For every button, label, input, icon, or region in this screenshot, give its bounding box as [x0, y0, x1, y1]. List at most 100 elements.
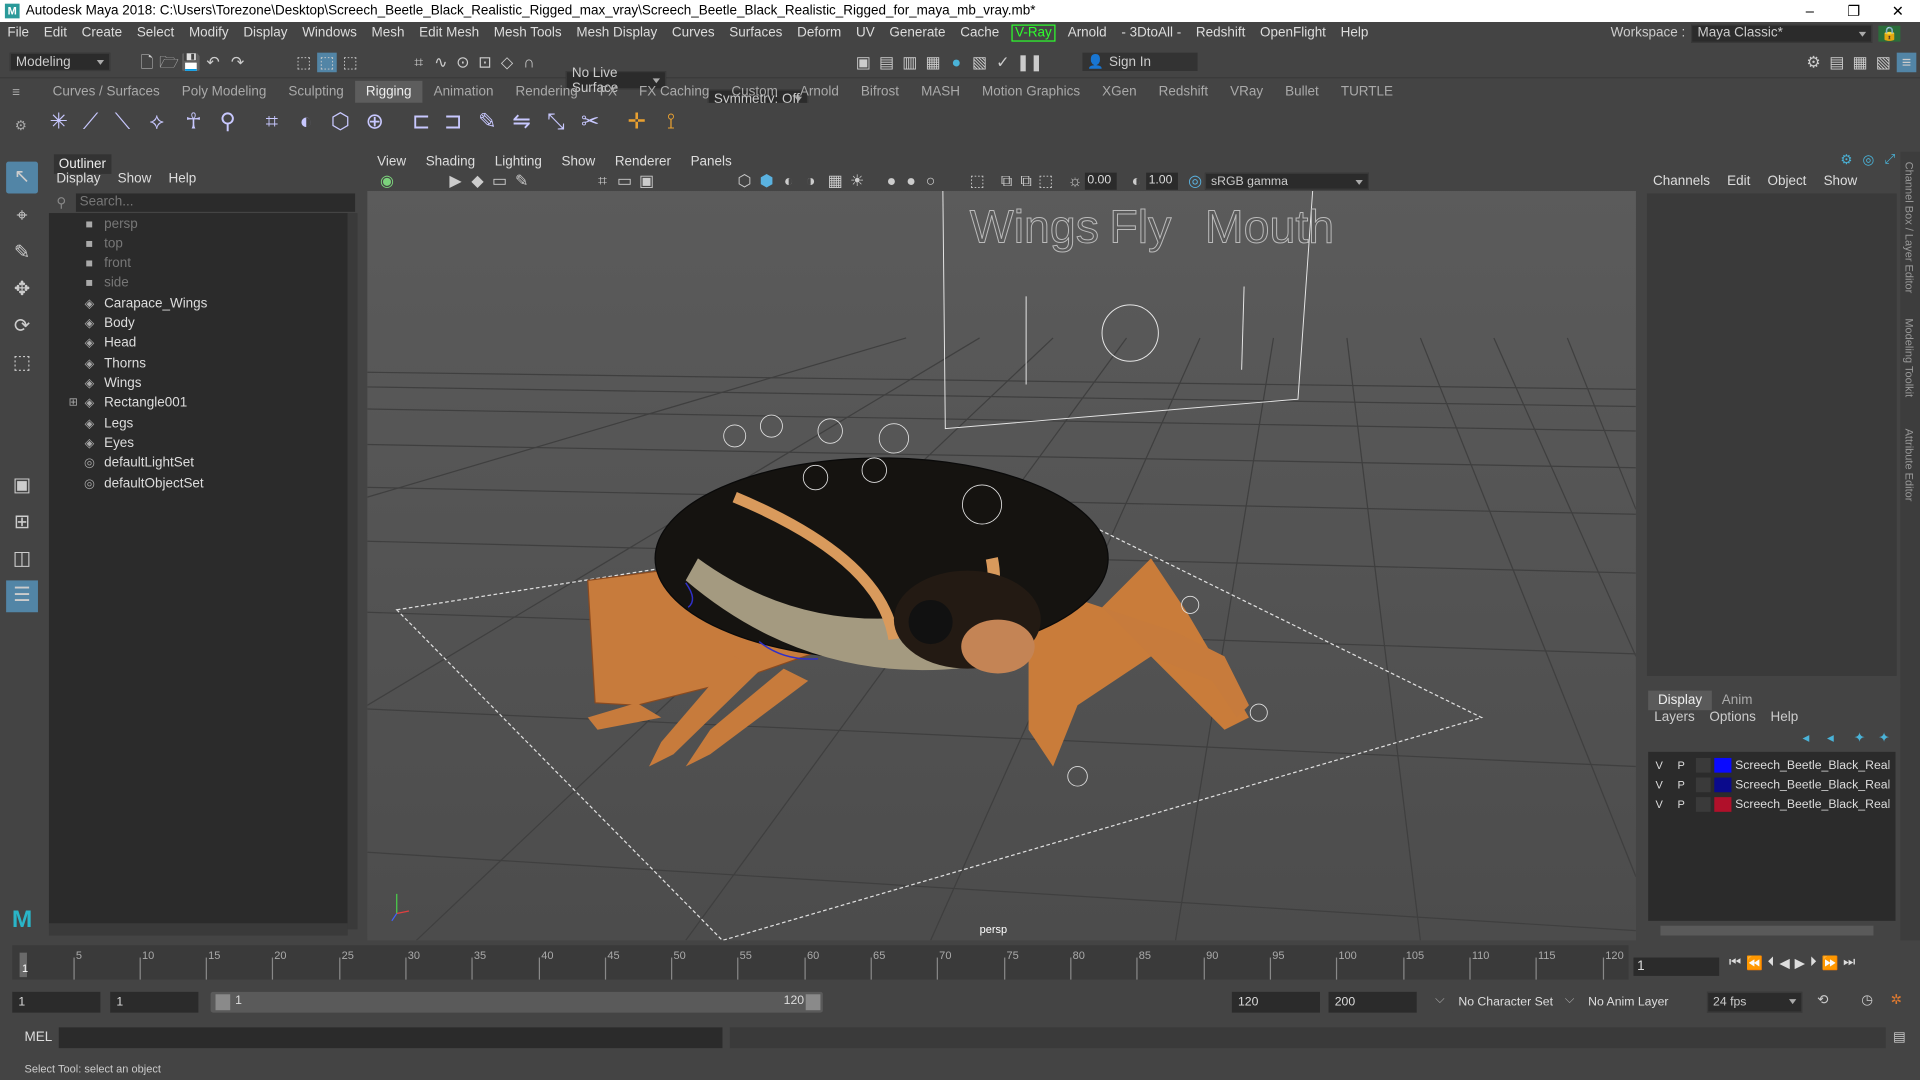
viewport-menu-view[interactable]: View	[367, 152, 416, 172]
wireframe-icon[interactable]: ⬡	[735, 171, 755, 191]
layer-type-toggle[interactable]	[1695, 797, 1711, 812]
create-joints-icon[interactable]: ✳	[44, 107, 73, 136]
workspace-dropdown[interactable]: Maya Classic*	[1691, 23, 1873, 43]
ik-spline-icon[interactable]: ⟍	[108, 107, 137, 136]
shelf-tab-animation[interactable]: Animation	[423, 81, 505, 103]
range-slider-start-handle[interactable]	[215, 994, 231, 1011]
paint-select-tool-icon[interactable]: ✎	[6, 238, 38, 270]
channel-box-menu-edit[interactable]: Edit	[1727, 174, 1750, 189]
outliner-item-head[interactable]: ◈ Head	[82, 333, 137, 353]
layer-tab-display[interactable]: Display	[1648, 690, 1712, 711]
step-forward-key-icon[interactable]: ⏩	[1821, 955, 1838, 971]
new-scene-icon[interactable]: 🗋	[137, 53, 157, 73]
new-layer-selected-icon[interactable]: ✦	[1878, 730, 1889, 746]
sculpt-deformer-icon[interactable]: ⊕	[360, 107, 389, 136]
filter-icon[interactable]: ⚲	[56, 195, 66, 211]
select-object-icon[interactable]: ⬚	[317, 52, 337, 73]
layer-color-swatch[interactable]	[1714, 777, 1732, 793]
menu-edit[interactable]: Edit	[36, 26, 74, 41]
depth-of-field-icon[interactable]: ○	[921, 171, 941, 191]
current-frame-field[interactable]: 1	[1633, 957, 1720, 976]
layer-menu-help[interactable]: Help	[1771, 710, 1799, 725]
copy-weights-icon[interactable]: ⤡	[541, 107, 570, 136]
outliner-menu-show[interactable]: Show	[118, 171, 152, 186]
select-tool-icon[interactable]: ↖	[6, 161, 38, 194]
minimize-button[interactable]: –	[1788, 2, 1832, 19]
lock-icon[interactable]: 🔒	[1878, 25, 1901, 42]
outliner-item-side[interactable]: ■ side	[82, 273, 129, 293]
script-editor-icon[interactable]: ▤	[1893, 1029, 1906, 1045]
two-view-layout-icon[interactable]: ◫	[6, 544, 38, 576]
film-gate-icon[interactable]: ▭	[615, 171, 635, 191]
step-forward-frame-icon[interactable]: ⏵	[1810, 955, 1817, 971]
menu-vray[interactable]: V-Ray	[1011, 24, 1056, 42]
paint-weights-icon[interactable]: ✎	[473, 107, 502, 136]
color-management-icon[interactable]: ◎	[1185, 171, 1205, 191]
grease-pencil-icon[interactable]: ✎	[512, 171, 532, 191]
point-constraint-icon[interactable]: ✛	[622, 107, 651, 136]
skeleton-icon[interactable]: ⚲	[213, 107, 242, 136]
hypershade-icon[interactable]: ●	[947, 53, 967, 73]
menu-arnold[interactable]: Arnold	[1060, 26, 1114, 41]
shelf-tab-curves-surfaces[interactable]: Curves / Surfaces	[42, 81, 171, 103]
layer-editor-icon[interactable]: ≡	[1896, 52, 1917, 73]
channel-box-menu-channels[interactable]: Channels	[1653, 174, 1710, 189]
xray-joints-icon[interactable]: ⧉	[997, 171, 1017, 191]
redo-icon[interactable]: ↷	[228, 53, 248, 73]
outliner-item-front[interactable]: ■ front	[82, 253, 131, 273]
shelf-tab-arnold[interactable]: Arnold	[789, 81, 850, 103]
render-frame-icon[interactable]: ▤	[877, 53, 897, 73]
shelf-tab-mash[interactable]: MASH	[910, 81, 971, 103]
shelf-tab-fx-caching[interactable]: FX Caching	[628, 81, 720, 103]
snap-surface-icon[interactable]: ◇	[497, 53, 517, 73]
rotate-tool-icon[interactable]: ⟳	[6, 311, 38, 343]
xray-active-icon[interactable]: ⧉	[1016, 171, 1036, 191]
menu-modify[interactable]: Modify	[182, 26, 236, 41]
outliner-search-input[interactable]: Search...	[75, 193, 356, 212]
menu-curves[interactable]: Curves	[665, 26, 722, 41]
bind-skin-icon[interactable]: ⊏	[407, 107, 436, 136]
layer-type-toggle[interactable]	[1695, 777, 1711, 793]
tool-settings-icon[interactable]: ▦	[1850, 53, 1870, 73]
layer-visibility-toggle[interactable]: V	[1648, 779, 1670, 791]
menu-cache[interactable]: Cache	[953, 26, 1007, 41]
shelf-tab-rendering[interactable]: Rendering	[505, 81, 589, 103]
attribute-editor-icon[interactable]: ▤	[1827, 53, 1847, 73]
layer-horizontal-scrollbar[interactable]	[1660, 925, 1874, 936]
go-to-end-icon[interactable]: ⏭	[1843, 955, 1855, 971]
ik-handle-icon[interactable]: ⟋	[76, 107, 105, 136]
select-component-icon[interactable]: ⬚	[340, 53, 360, 73]
smooth-bind-icon[interactable]: ⊐	[438, 107, 467, 136]
layer-menu-options[interactable]: Options	[1709, 710, 1755, 725]
shelf-tab-fx[interactable]: FX	[589, 81, 628, 103]
shelf-menu-icon[interactable]: ≡	[12, 86, 20, 101]
maximize-button[interactable]: ❐	[1832, 2, 1876, 19]
image-plane-icon[interactable]: ▭	[490, 171, 510, 191]
lattice-icon[interactable]: ⌗	[257, 107, 286, 136]
snap-point-icon[interactable]: ⊙	[453, 53, 473, 73]
undo-icon[interactable]: ↶	[203, 53, 223, 73]
shelf-tab-turtle[interactable]: TURTLE	[1330, 81, 1404, 103]
expand-icon[interactable]: ⊞	[69, 396, 78, 409]
anim-layer-arrow-icon[interactable]: ⌵	[1565, 993, 1574, 1006]
render-settings-icon[interactable]: ▦	[923, 53, 943, 73]
shadows-icon[interactable]: ☀	[847, 171, 867, 191]
outliner-item-legs[interactable]: ◈ Legs	[82, 414, 134, 434]
shelf-tab-custom[interactable]: Custom	[720, 81, 788, 103]
gamma-icon[interactable]: ◐	[1127, 171, 1147, 191]
shelf-tab-motion-graphics[interactable]: Motion Graphics	[971, 81, 1091, 103]
step-back-frame-icon[interactable]: ⏴	[1768, 955, 1775, 971]
shelf-tab-vray[interactable]: VRay	[1219, 81, 1274, 103]
modeling-toolkit-icon[interactable]: ⚙	[1804, 53, 1824, 73]
anim-layer-dropdown[interactable]: No Anim Layer	[1582, 991, 1688, 1013]
ipr-render-icon[interactable]: ▥	[900, 53, 920, 73]
character-set-dropdown[interactable]: No Character Set	[1452, 991, 1563, 1013]
select-camera-icon[interactable]: ◉	[377, 171, 397, 191]
move-tool-icon[interactable]: ✥	[6, 274, 38, 306]
auto-key-icon[interactable]: ◷	[1861, 992, 1873, 1008]
cluster-icon[interactable]: ◐	[291, 107, 320, 136]
snap-magnet-icon[interactable]: ∩	[519, 53, 539, 73]
layer-tab-anim[interactable]: Anim	[1712, 691, 1762, 711]
open-scene-icon[interactable]: 🗁	[159, 53, 179, 73]
outliner-item-defaultobjectset[interactable]: ◎ defaultObjectSet	[82, 474, 204, 494]
